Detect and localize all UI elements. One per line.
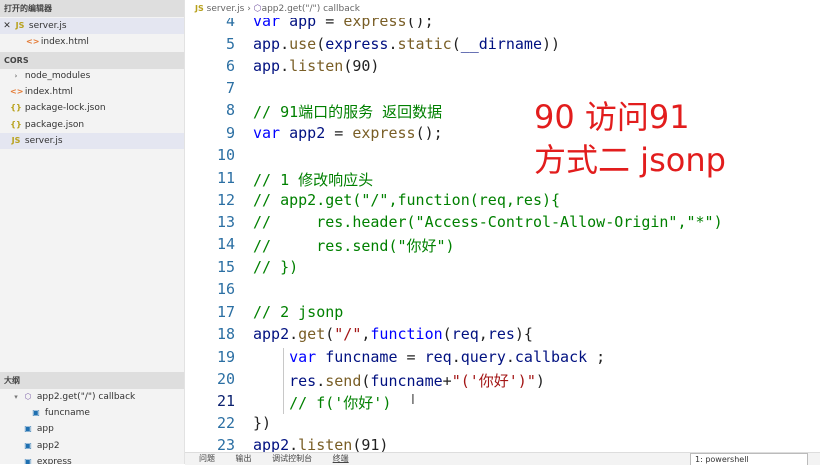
line-number: 18 [216,325,235,343]
folder-node-modules[interactable]: › node_modules [0,68,184,84]
js-file-icon: JS [195,4,204,13]
code-line[interactable]: app2.get("/",function(req,res){ [253,325,533,343]
file-label: package-lock.json [24,103,106,113]
variable-icon: ▣ [24,424,32,433]
code-comment[interactable]: // }) [253,258,298,276]
html-file-icon: <> [10,87,24,96]
outline-item-app2[interactable]: ▣ app2 [0,438,184,454]
code-comment[interactable]: // res.send("你好") [253,235,455,256]
code-line[interactable]: app.use(express.static(__dirname)) [253,35,560,53]
tab-debug-console[interactable]: 调试控制台 [272,454,312,463]
code-comment[interactable]: // 1 修改响应头 [253,169,373,190]
outline-item-app[interactable]: ▣ app [0,421,184,437]
annotation-line-1: 90 访问91 [534,98,690,136]
outline-header[interactable]: 大纲 [0,372,184,389]
tab-output[interactable]: 输出 [236,454,252,463]
code-comment[interactable]: // 2 jsonp [253,303,343,321]
code-line[interactable]: app.listen(90) [253,57,379,75]
line-number: 19 [216,348,235,366]
breadcrumb-separator: › [247,4,251,14]
line-number: 20 [216,370,235,388]
json-file-icon: {} [10,120,22,129]
variable-icon: ▣ [24,441,32,450]
line-number: 7 [225,79,235,97]
breadcrumb: JS server.js › ⬡app2.get("/") callback [185,0,820,18]
line-number-active: 21 [216,392,235,410]
bottom-panel: 问题 输出 调试控制台 终端 1: powershell [185,452,820,465]
code-line[interactable]: var funcname = req.query.callback ; [253,348,605,366]
code-line[interactable]: res.send(funcname+"('你好')") [253,370,545,391]
line-number: 14 [216,235,235,253]
js-file-icon: JS [15,21,25,30]
line-number: 22 [216,414,235,432]
file-index-html[interactable]: <> index.html [0,84,184,100]
outline-label: app2.get("/") callback [36,392,136,402]
outline-label: funcname [44,408,90,418]
code-comment[interactable]: // 91端口的服务 返回数据 [253,101,442,122]
outline-label: app2 [36,441,60,451]
line-number: 13 [216,213,235,231]
line-number: 10 [216,146,235,164]
line-number: 9 [225,124,235,142]
annotation-overlay: 90 访问91 方式二 jsonp [534,96,726,182]
tab-problems[interactable]: 问题 [199,454,215,463]
outline-label: app [36,424,54,434]
outline-label: express [36,457,72,464]
code-area[interactable]: 4 var app = express(); 5 app.use(express… [185,0,820,464]
line-number: 6 [225,57,235,75]
open-editors-header[interactable]: 打开的编辑器 [0,0,184,17]
file-package-lock-json[interactable]: {} package-lock.json [0,100,184,116]
file-label: package.json [24,120,85,130]
outline-item-express[interactable]: ▣ express [0,454,184,464]
code-comment[interactable]: // res.header("Access-Control-Allow-Orig… [253,213,723,231]
cube-icon: ⬡ [24,392,32,401]
code-line[interactable]: }) [253,414,271,432]
open-editor-server-js[interactable]: ✕ JS server.js [0,18,184,34]
open-editor-label: server.js [28,21,67,31]
file-label: server.js [24,136,63,146]
text-cursor-icon: I [411,393,415,408]
outline-item-funcname[interactable]: ▣ funcname [0,405,184,421]
editor[interactable]: 4 var app = express(); 5 app.use(express… [185,0,820,464]
html-file-icon: <> [26,37,40,46]
annotation-line-2: 方式二 jsonp [534,141,726,179]
variable-icon: ▣ [24,457,32,464]
line-number: 5 [225,35,235,53]
line-number: 15 [216,258,235,276]
file-server-js[interactable]: JS server.js [0,133,184,149]
open-editor-label: index.html [40,37,89,47]
line-number: 16 [216,280,235,298]
terminal-select[interactable]: 1: powershell [690,453,808,465]
code-comment[interactable]: // app2.get("/",function(req,res){ [253,191,560,209]
line-number: 12 [216,191,235,209]
line-number: 17 [216,303,235,321]
close-icon[interactable]: ✕ [0,18,14,34]
sidebar: 打开的编辑器 ✕ JS server.js <> index.html CORS … [0,0,185,464]
chevron-right-icon: › [14,72,18,80]
file-package-json[interactable]: {} package.json [0,117,184,133]
breadcrumb-symbol[interactable]: app2.get("/") callback [262,4,360,14]
project-header[interactable]: CORS [0,52,184,69]
tab-terminal[interactable]: 终端 [333,454,349,463]
file-label: index.html [24,87,73,97]
open-editor-index-html[interactable]: <> index.html [0,34,184,50]
outline-item-callback[interactable]: ▾ ⬡ app2.get("/") callback [0,389,184,405]
cube-icon: ⬡ [253,4,262,14]
line-number: 8 [225,101,235,119]
code-comment[interactable]: // f('你好') [253,392,391,413]
chevron-down-icon: ▾ [14,393,18,401]
json-file-icon: {} [10,103,22,112]
variable-icon: ▣ [32,408,40,417]
file-label: node_modules [24,71,91,81]
breadcrumb-file[interactable]: server.js [207,4,245,14]
code-line[interactable]: var app2 = express(); [253,124,443,142]
js-file-icon: JS [11,136,21,145]
line-number: 11 [216,169,235,187]
